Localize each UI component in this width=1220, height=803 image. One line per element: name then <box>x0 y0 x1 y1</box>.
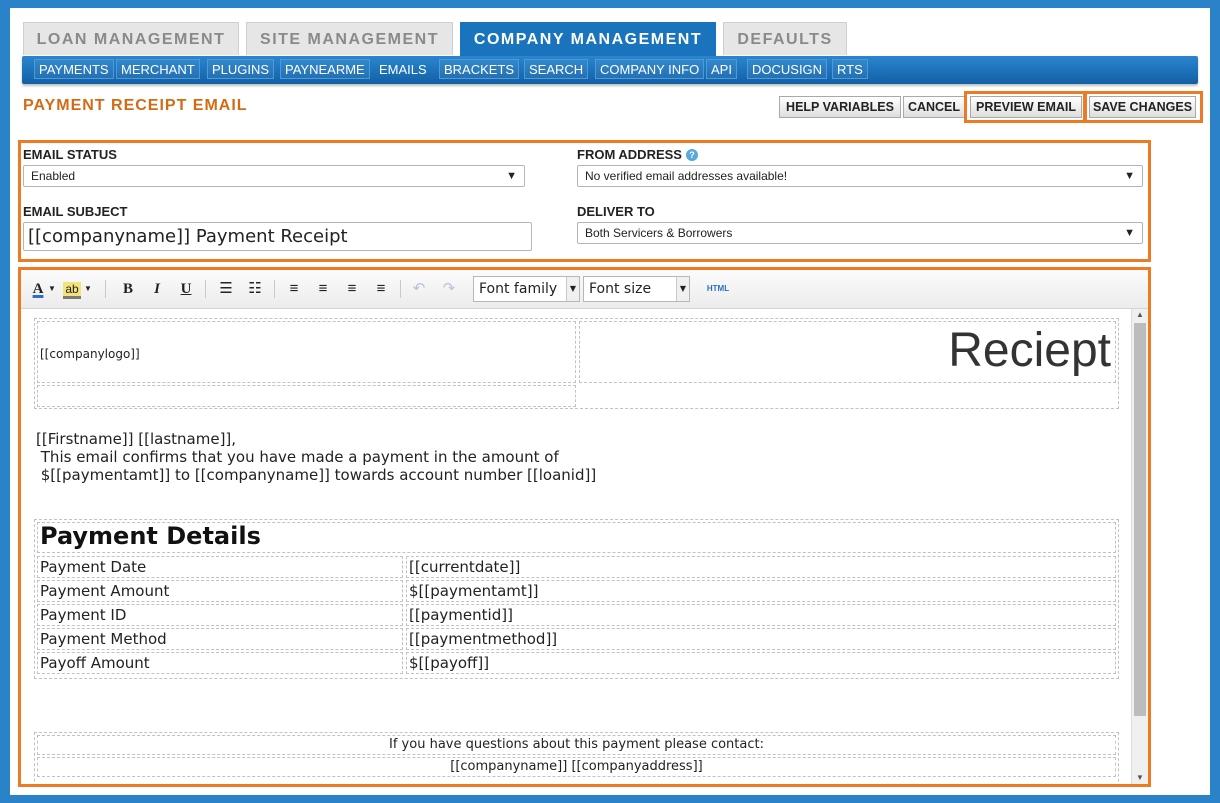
subnav-search[interactable]: SEARCH <box>524 59 589 79</box>
subnav-company-info[interactable]: COMPANY INFO <box>595 59 705 79</box>
font-size-select[interactable]: Font size ▼ <box>583 276 690 302</box>
payment-amount-label: Payment Amount <box>40 582 170 600</box>
email-status-select[interactable]: Enabled ▼ <box>23 165 525 187</box>
numbered-list-icon[interactable]: ☷ <box>244 279 266 299</box>
table-row <box>406 652 1116 674</box>
deliver-to-label: DELIVER TO <box>577 204 655 219</box>
preview-highlight <box>964 91 1086 123</box>
underline-icon[interactable]: U <box>175 279 197 299</box>
italic-icon[interactable]: I <box>146 279 168 299</box>
bullet-list-icon[interactable]: ☰ <box>215 279 237 299</box>
font-family-select[interactable]: Font family ▼ <box>473 276 580 302</box>
tab-site-management[interactable]: SITE MANAGEMENT <box>246 22 453 55</box>
chevron-down-icon: ▼ <box>676 277 689 301</box>
chevron-down-icon: ▼ <box>566 277 579 301</box>
scroll-down-icon[interactable]: ▼ <box>1132 773 1148 782</box>
tab-company-management[interactable]: COMPANY MANAGEMENT <box>460 22 716 58</box>
chevron-down-icon: ▼ <box>506 170 517 182</box>
payment-id-value: [[paymentid]] <box>409 606 513 624</box>
editor-toolbar: A ▼ ab ▼ B I U ☰ ☷ ≡ ≡ ≡ ≡ ↶ ↷ Font fami… <box>21 270 1148 309</box>
email-settings-box: EMAIL STATUS Enabled ▼ FROM ADDRESS? No … <box>18 140 1151 262</box>
payment-amount-value: $[[paymentamt]] <box>409 582 539 600</box>
scroll-up-icon[interactable]: ▲ <box>1132 310 1148 319</box>
editor-scrollbar[interactable]: ▲ ▼ <box>1131 309 1148 784</box>
payoff-amount-value: $[[payoff]] <box>409 654 490 672</box>
subnav-brackets[interactable]: BRACKETS <box>439 59 520 79</box>
help-icon[interactable]: ? <box>685 149 698 161</box>
subnav-payments[interactable]: PAYMENTS <box>34 59 114 79</box>
email-subject-label: EMAIL SUBJECT <box>23 204 128 219</box>
header-empty-cell <box>37 385 576 407</box>
company-logo-placeholder: [[companylogo]] <box>40 347 140 361</box>
sub-navigation: PAYMENTS MERCHANT PLUGINS PAYNEARME EMAI… <box>22 56 1198 84</box>
toolbar-divider <box>105 280 106 298</box>
email-status-value: Enabled <box>31 169 76 183</box>
body-line-2: $[[paymentamt]] to [[companyname]] towar… <box>36 466 597 484</box>
from-address-value: No verified email addresses available! <box>585 169 788 183</box>
payment-details-title: Payment Details <box>40 522 261 550</box>
chevron-down-icon: ▼ <box>1124 227 1135 239</box>
toolbar-divider <box>205 280 206 298</box>
payment-id-label: Payment ID <box>40 606 127 624</box>
editor-content[interactable]: [[companylogo]] Reciept [[Firstname]] [[… <box>21 309 1131 784</box>
tab-loan-management[interactable]: LOAN MANAGEMENT <box>23 22 239 55</box>
justify-icon[interactable]: ≡ <box>370 279 392 299</box>
html-source-button[interactable]: HTML <box>703 279 733 299</box>
email-subject-input[interactable]: [[companyname]] Payment Receipt <box>23 222 532 251</box>
subnav-plugins[interactable]: PLUGINS <box>207 59 275 79</box>
font-family-value: Font family <box>479 281 558 297</box>
redo-icon[interactable]: ↷ <box>438 279 460 299</box>
payment-date-value: [[currentdate]] <box>409 558 521 576</box>
payoff-amount-label: Payoff Amount <box>40 654 150 672</box>
subnav-paynearme[interactable]: PAYNEARME <box>280 59 370 79</box>
email-body-editor: A ▼ ab ▼ B I U ☰ ☷ ≡ ≡ ≡ ≡ ↶ ↷ Font fami… <box>18 267 1151 787</box>
payment-method-label: Payment Method <box>40 630 167 648</box>
deliver-to-value: Both Servicers & Borrowers <box>585 226 733 240</box>
deliver-to-select[interactable]: Both Servicers & Borrowers ▼ <box>577 222 1143 244</box>
help-variables-button[interactable]: HELP VARIABLES <box>779 96 901 118</box>
subnav-merchant[interactable]: MERCHANT <box>116 59 200 79</box>
receipt-title: Reciept <box>948 324 1111 377</box>
subnav-docusign[interactable]: DOCUSIGN <box>747 59 828 79</box>
body-line-1: This email confirms that you have made a… <box>36 448 559 466</box>
align-right-icon[interactable]: ≡ <box>341 279 363 299</box>
font-size-value: Font size <box>589 281 652 297</box>
greeting-text: [[Firstname]] [[lastname]], <box>36 430 237 448</box>
chevron-down-icon: ▼ <box>1124 170 1135 182</box>
toolbar-divider <box>400 280 401 298</box>
from-address-select[interactable]: No verified email addresses available! ▼ <box>577 165 1143 187</box>
chevron-down-icon[interactable]: ▼ <box>83 279 93 299</box>
page-title: PAYMENT RECEIPT EMAIL <box>23 97 248 114</box>
payment-method-value: [[paymentmethod]] <box>409 630 558 648</box>
from-address-label: FROM ADDRESS? <box>577 147 698 162</box>
cancel-button[interactable]: CANCEL <box>903 96 965 118</box>
tab-defaults[interactable]: DEFAULTS <box>723 22 847 55</box>
contact-line: If you have questions about this payment… <box>389 737 764 752</box>
font-color-icon[interactable]: A <box>27 279 49 299</box>
company-address-line: [[companyname]] [[companyaddress]] <box>450 759 703 774</box>
bold-icon[interactable]: B <box>117 279 139 299</box>
subnav-api[interactable]: API <box>706 59 737 79</box>
subnav-rts[interactable]: RTS <box>832 59 868 79</box>
scrollbar-thumb[interactable] <box>1134 323 1146 716</box>
align-center-icon[interactable]: ≡ <box>312 279 334 299</box>
chevron-down-icon[interactable]: ▼ <box>47 279 57 299</box>
align-left-icon[interactable]: ≡ <box>283 279 305 299</box>
undo-icon[interactable]: ↶ <box>408 279 430 299</box>
email-status-label: EMAIL STATUS <box>23 147 117 162</box>
save-highlight <box>1084 91 1203 123</box>
from-address-label-text: FROM ADDRESS <box>577 147 682 162</box>
toolbar-divider <box>274 280 275 298</box>
payment-date-label: Payment Date <box>40 558 147 576</box>
highlight-icon[interactable]: ab <box>61 279 83 299</box>
subnav-emails[interactable]: EMAILS <box>374 59 432 79</box>
email-settings-page: LOAN MANAGEMENT SITE MANAGEMENT COMPANY … <box>10 8 1210 795</box>
